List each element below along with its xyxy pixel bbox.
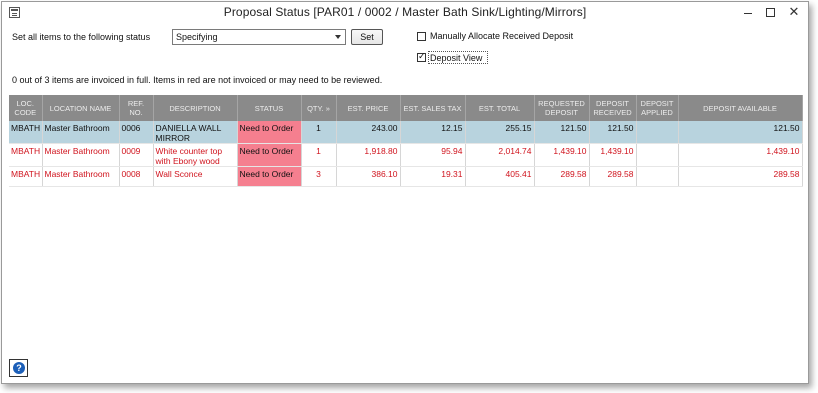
ref-cell[interactable]: 0006 bbox=[119, 121, 154, 144]
column-header[interactable]: EST. PRICE bbox=[336, 95, 401, 121]
maximize-button[interactable] bbox=[761, 4, 779, 20]
table-header-row: LOC. CODE LOCATION NAME REF. NO. DESCRIP… bbox=[9, 95, 803, 121]
column-header[interactable]: DEPOSIT AVAILABLE bbox=[678, 95, 803, 121]
window-title: Proposal Status [PAR01 / 0002 / Master B… bbox=[223, 5, 587, 19]
est-total-cell[interactable]: 405.41 bbox=[465, 166, 535, 187]
status-cell[interactable]: Need to Order bbox=[237, 166, 302, 187]
column-header[interactable]: DEPOSIT RECEIVED bbox=[589, 95, 637, 121]
items-table: LOC. CODE LOCATION NAME REF. NO. DESCRIP… bbox=[9, 95, 803, 187]
deposit-view-checkbox[interactable] bbox=[417, 51, 426, 62]
est-total-cell[interactable]: 255.15 bbox=[465, 121, 535, 144]
column-header[interactable]: LOC. CODE bbox=[9, 95, 43, 121]
description-cell[interactable]: DANIELLA WALL MIRROR bbox=[153, 121, 238, 144]
loc-code-cell[interactable]: MBATH bbox=[9, 121, 43, 144]
table-row[interactable]: MBATH Master Bathroom 0009 White counter… bbox=[9, 143, 803, 167]
loc-code-cell[interactable]: MBATH bbox=[9, 143, 43, 167]
est-price-cell[interactable]: 1,918.80 bbox=[336, 143, 401, 167]
column-header[interactable]: DEPOSIT APPLIED bbox=[636, 95, 679, 121]
status-select[interactable]: Specifying bbox=[172, 29, 346, 45]
location-cell[interactable]: Master Bathroom bbox=[42, 166, 120, 187]
column-header[interactable]: REQUESTED DEPOSIT bbox=[534, 95, 590, 121]
set-all-label: Set all items to the following status bbox=[12, 32, 151, 42]
requested-deposit-cell[interactable]: 289.58 bbox=[534, 166, 590, 187]
description-cell[interactable]: White counter top with Ebony wood bbox=[153, 143, 238, 167]
table-row[interactable]: MBATH Master Bathroom 0006 DANIELLA WALL… bbox=[9, 121, 803, 144]
deposit-available-cell[interactable]: 1,439.10 bbox=[678, 143, 803, 167]
sales-tax-cell[interactable]: 19.31 bbox=[400, 166, 466, 187]
sales-tax-cell[interactable]: 12.15 bbox=[400, 121, 466, 144]
requested-deposit-cell[interactable]: 1,439.10 bbox=[534, 143, 590, 167]
ref-cell[interactable]: 0009 bbox=[119, 143, 154, 167]
help-icon: ? bbox=[13, 362, 25, 374]
ref-cell[interactable]: 0008 bbox=[119, 166, 154, 187]
proposal-status-window: Proposal Status [PAR01 / 0002 / Master B… bbox=[1, 1, 809, 384]
deposit-view-label: Deposit View bbox=[430, 53, 483, 63]
est-total-cell[interactable]: 2,014.74 bbox=[465, 143, 535, 167]
column-header[interactable]: QTY. » bbox=[301, 95, 337, 121]
title-bar[interactable]: Proposal Status [PAR01 / 0002 / Master B… bbox=[2, 2, 808, 23]
status-cell[interactable]: Need to Order bbox=[237, 121, 302, 144]
deposit-available-cell[interactable]: 289.58 bbox=[678, 166, 803, 187]
chevron-down-icon bbox=[335, 35, 341, 39]
qty-cell[interactable]: 1 bbox=[301, 143, 337, 167]
sales-tax-cell[interactable]: 95.94 bbox=[400, 143, 466, 167]
deposit-applied-cell[interactable] bbox=[636, 121, 679, 144]
qty-cell[interactable]: 1 bbox=[301, 121, 337, 144]
table-row[interactable]: MBATH Master Bathroom 0008 Wall Sconce N… bbox=[9, 166, 803, 187]
status-select-value: Specifying bbox=[176, 32, 218, 42]
est-price-cell[interactable]: 243.00 bbox=[336, 121, 401, 144]
column-header[interactable]: REF. NO. bbox=[119, 95, 154, 121]
manual-allocate-checkbox[interactable] bbox=[417, 32, 426, 41]
invoice-info-text: 0 out of 3 items are invoiced in full. I… bbox=[12, 75, 383, 85]
loc-code-cell[interactable]: MBATH bbox=[9, 166, 43, 187]
manual-allocate-label: Manually Allocate Received Deposit bbox=[430, 31, 574, 41]
column-header[interactable]: EST. SALES TAX bbox=[400, 95, 466, 121]
description-cell[interactable]: Wall Sconce bbox=[153, 166, 238, 187]
requested-deposit-cell[interactable]: 121.50 bbox=[534, 121, 590, 144]
est-price-cell[interactable]: 386.10 bbox=[336, 166, 401, 187]
qty-cell[interactable]: 3 bbox=[301, 166, 337, 187]
location-cell[interactable]: Master Bathroom bbox=[42, 143, 120, 167]
deposit-applied-cell[interactable] bbox=[636, 143, 679, 167]
deposit-received-cell[interactable]: 289.58 bbox=[589, 166, 637, 187]
deposit-received-cell[interactable]: 1,439.10 bbox=[589, 143, 637, 167]
help-button[interactable]: ? bbox=[9, 359, 28, 377]
deposit-received-cell[interactable]: 121.50 bbox=[589, 121, 637, 144]
column-header[interactable]: DESCRIPTION bbox=[153, 95, 238, 121]
items-grid: LOC. CODE LOCATION NAME REF. NO. DESCRIP… bbox=[9, 95, 803, 187]
column-header[interactable]: EST. TOTAL bbox=[465, 95, 535, 121]
close-button[interactable]: ✕ bbox=[785, 4, 803, 20]
minimize-button[interactable] bbox=[739, 4, 757, 20]
column-header[interactable]: LOCATION NAME bbox=[42, 95, 120, 121]
location-cell[interactable]: Master Bathroom bbox=[42, 121, 120, 144]
deposit-available-cell[interactable]: 121.50 bbox=[678, 121, 803, 144]
set-button[interactable]: Set bbox=[351, 29, 383, 45]
column-header[interactable]: STATUS bbox=[237, 95, 302, 121]
deposit-applied-cell[interactable] bbox=[636, 166, 679, 187]
status-cell[interactable]: Need to Order bbox=[237, 143, 302, 167]
